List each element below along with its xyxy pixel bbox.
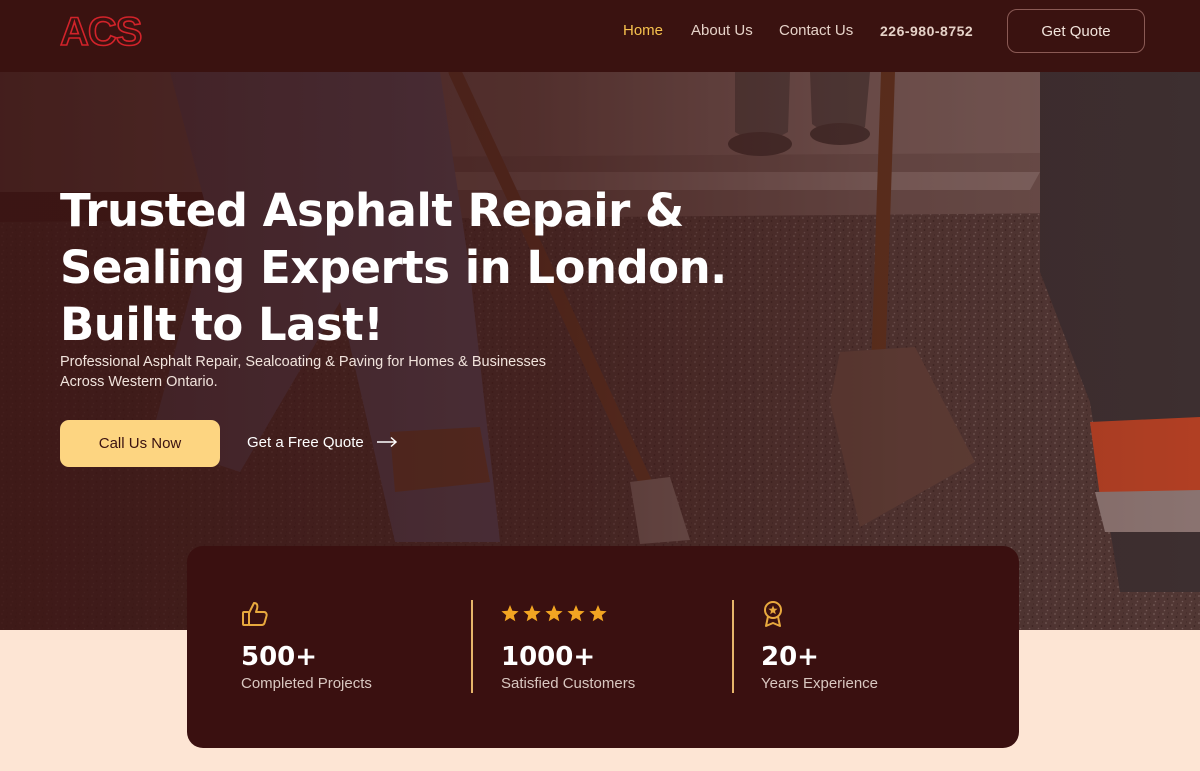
stat-label: Years Experience <box>761 675 879 692</box>
stat-value: 1000+ <box>501 642 596 672</box>
get-quote-button[interactable]: Get Quote <box>1007 9 1145 53</box>
call-us-now-button[interactable]: Call Us Now <box>60 420 220 467</box>
thumbs-up-icon <box>241 601 269 627</box>
site-header: ACS Home About Us Contact Us 226-980-875… <box>0 0 1200 72</box>
stat-value: 20+ <box>761 642 819 672</box>
nav-contact-link[interactable]: Contact Us <box>779 22 853 40</box>
brand-logo[interactable]: ACS <box>59 8 143 56</box>
phone-link[interactable]: 226-980-8752 <box>880 22 973 40</box>
stats-card: 500+ Completed Projects 1000+ Satisfied … <box>187 546 1019 748</box>
arrow-right-icon <box>376 436 397 448</box>
free-quote-link[interactable]: Get a Free Quote <box>247 432 398 452</box>
stat-divider <box>471 600 473 693</box>
nav-about-link[interactable]: About Us <box>691 22 753 40</box>
stat-label: Satisfied Customers <box>501 675 636 692</box>
hero-title: Trusted Asphalt Repair & Sealing Experts… <box>60 184 727 351</box>
stat-label: Completed Projects <box>241 675 372 692</box>
five-stars-icon <box>501 601 609 627</box>
hero-subtitle: Professional Asphalt Repair, Sealcoating… <box>60 354 547 390</box>
free-quote-label: Get a Free Quote <box>247 433 364 451</box>
stat-value: 500+ <box>241 642 318 672</box>
award-medal-icon <box>761 601 785 627</box>
nav-home-link[interactable]: Home <box>623 22 663 40</box>
stat-divider <box>732 600 734 693</box>
